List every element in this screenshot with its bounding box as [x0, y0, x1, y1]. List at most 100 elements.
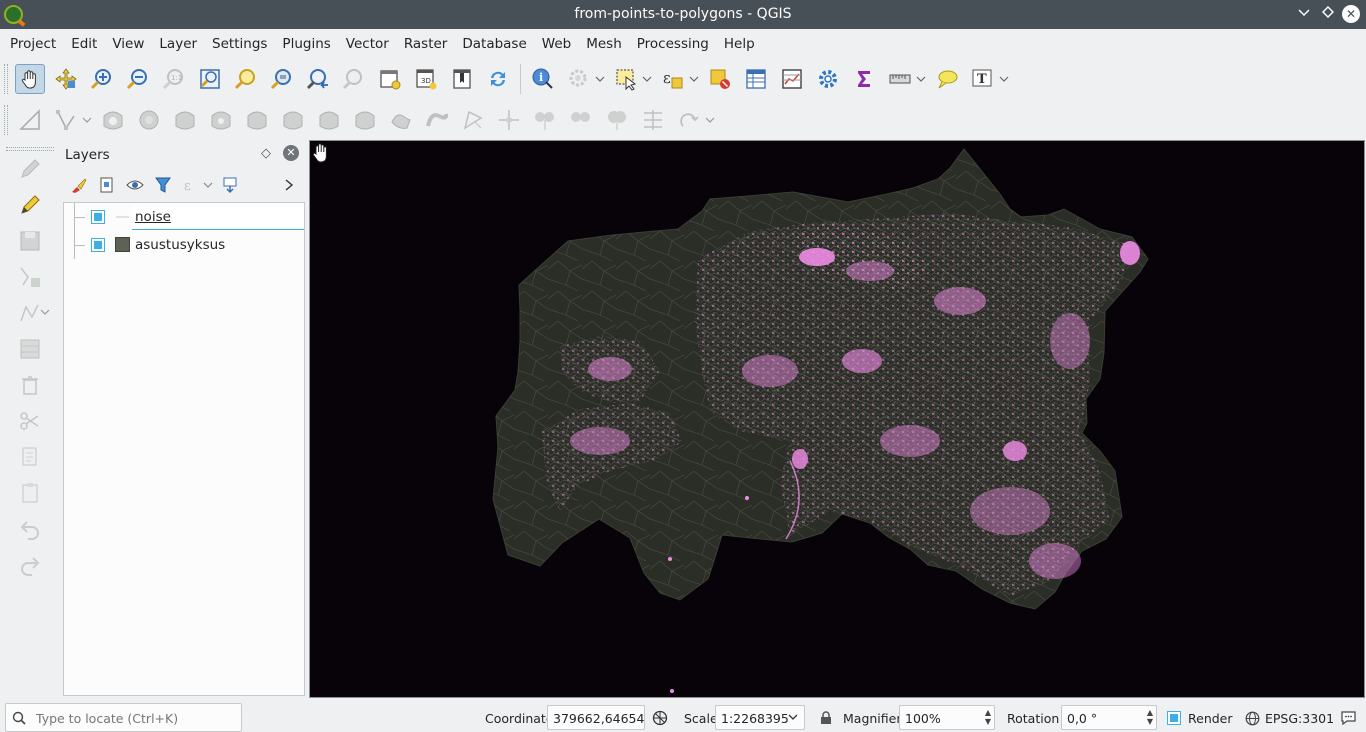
rotation-spinbox[interactable]: 0,0 ° ▲ ▼ [1061, 705, 1157, 730]
chevron-down-icon[interactable] [688, 74, 700, 85]
menu-project[interactable]: Project [4, 36, 62, 52]
toolbar-handle[interactable] [4, 105, 8, 135]
spin-arrows-icon[interactable]: ▲ ▼ [1147, 708, 1153, 726]
zoom-last-button[interactable] [303, 64, 333, 94]
layer-visibility-checkbox[interactable] [91, 210, 105, 224]
zoom-full-button[interactable] [195, 64, 225, 94]
merge-features-button[interactable] [602, 105, 632, 135]
layer-visibility-checkbox[interactable] [91, 238, 105, 252]
fill-ring-button[interactable] [134, 105, 164, 135]
crs-button[interactable]: EPSG:3301 [1265, 711, 1334, 726]
filter-legend-button[interactable] [152, 174, 174, 196]
chevron-down-icon[interactable] [915, 74, 927, 85]
add-feature-button[interactable] [14, 262, 46, 292]
zoom-in-button[interactable] [87, 64, 117, 94]
delete-part-button[interactable] [242, 105, 272, 135]
zoom-to-layer-button[interactable] [267, 64, 297, 94]
messages-icon[interactable] [1340, 710, 1357, 726]
menu-web[interactable]: Web [536, 36, 577, 52]
undo-button[interactable] [14, 514, 46, 544]
minimize-button[interactable] [1294, 4, 1314, 24]
measure-line-button[interactable] [885, 64, 915, 94]
more-tools-button[interactable] [278, 174, 300, 196]
new-map-view-button[interactable] [375, 64, 405, 94]
render-checkbox[interactable] [1167, 711, 1181, 725]
actions-button[interactable] [564, 64, 594, 94]
chevron-down-icon[interactable] [202, 180, 214, 191]
lock-icon[interactable] [820, 711, 832, 725]
map-tips-button[interactable] [932, 64, 962, 94]
menu-raster[interactable]: Raster [398, 36, 454, 52]
select-by-expression-button[interactable]: ε [658, 64, 688, 94]
simplify-button[interactable] [386, 105, 416, 135]
open-statistics-button[interactable] [777, 64, 807, 94]
toggle-extents-icon[interactable] [652, 710, 668, 726]
add-group-button[interactable] [96, 174, 118, 196]
split-features-button[interactable] [530, 105, 560, 135]
toggle-editing-button[interactable] [14, 190, 46, 220]
style-panel-button[interactable] [68, 174, 90, 196]
close-panel-button[interactable]: ✕ [283, 145, 299, 161]
menu-view[interactable]: View [106, 36, 150, 52]
cut-features-button[interactable] [14, 406, 46, 436]
locator-bar[interactable] [5, 703, 242, 732]
identify-features-button[interactable]: i [528, 64, 558, 94]
menu-mesh[interactable]: Mesh [580, 36, 628, 52]
current-edits-button[interactable] [14, 154, 46, 184]
magnifier-spinbox[interactable]: 100% ▲ ▼ [899, 705, 995, 730]
menu-edit[interactable]: Edit [65, 36, 103, 52]
move-feature-button[interactable] [494, 105, 524, 135]
align-features-button[interactable] [638, 105, 668, 135]
rotate-feature-button[interactable] [458, 105, 488, 135]
save-edits-button[interactable] [14, 226, 46, 256]
menu-help[interactable]: Help [718, 36, 761, 52]
statistical-summary-button[interactable] [849, 64, 879, 94]
refresh-button[interactable] [483, 64, 513, 94]
menu-vector[interactable]: Vector [340, 36, 395, 52]
menu-database[interactable]: Database [456, 36, 532, 52]
chevron-down-icon[interactable] [998, 74, 1010, 85]
chevron-down-icon[interactable] [641, 74, 653, 85]
paste-features-button[interactable] [14, 478, 46, 508]
redo-feature-button[interactable] [674, 105, 704, 135]
open-attribute-table-button[interactable] [741, 64, 771, 94]
modify-attributes-button[interactable] [14, 334, 46, 364]
deselect-all-button[interactable] [705, 64, 735, 94]
chevron-down-icon[interactable] [704, 115, 716, 126]
locator-input[interactable] [36, 708, 236, 728]
add-ring-button[interactable] [98, 105, 128, 135]
vertex-tool-button[interactable] [51, 105, 81, 135]
menu-settings[interactable]: Settings [206, 36, 273, 52]
copy-features-button[interactable] [14, 442, 46, 472]
close-window-button[interactable]: ✕ [1342, 5, 1360, 23]
offset-curve-button[interactable] [314, 105, 344, 135]
map-canvas[interactable] [309, 140, 1365, 698]
spin-arrows-icon[interactable]: ▲ ▼ [985, 708, 991, 726]
add-part-button[interactable] [170, 105, 200, 135]
chevron-down-icon[interactable] [594, 74, 606, 85]
toolbar-handle[interactable] [4, 64, 8, 94]
reshape-features-button[interactable] [278, 105, 308, 135]
toolbox-button[interactable] [813, 64, 843, 94]
delete-ring-button[interactable] [206, 105, 236, 135]
text-annotation-button[interactable]: T [968, 64, 998, 94]
float-panel-icon[interactable]: ◇ [261, 146, 271, 161]
menu-layer[interactable]: Layer [153, 36, 203, 52]
zoom-native-button[interactable]: 1:1 [159, 64, 189, 94]
toolbar-handle[interactable] [6, 147, 54, 151]
new-bookmark-button[interactable] [447, 64, 477, 94]
filter-by-expression-button[interactable]: ε [180, 174, 202, 196]
manage-visibility-button[interactable] [124, 174, 146, 196]
chevron-down-icon[interactable] [39, 307, 51, 318]
pan-to-selection-button[interactable] [51, 64, 81, 94]
layer-row-noise[interactable]: noise [64, 203, 304, 231]
zoom-next-button[interactable] [339, 64, 369, 94]
maximize-button[interactable] [1318, 4, 1338, 24]
reverse-line-button[interactable] [350, 105, 380, 135]
layer-row-asustusyksus[interactable]: asustusyksus [64, 231, 304, 259]
chevron-down-icon[interactable] [81, 115, 93, 126]
pan-map-button[interactable] [15, 64, 45, 94]
cad-tools-button[interactable] [15, 105, 45, 135]
curve-tool-button[interactable] [422, 105, 452, 135]
menu-plugins[interactable]: Plugins [276, 36, 336, 52]
